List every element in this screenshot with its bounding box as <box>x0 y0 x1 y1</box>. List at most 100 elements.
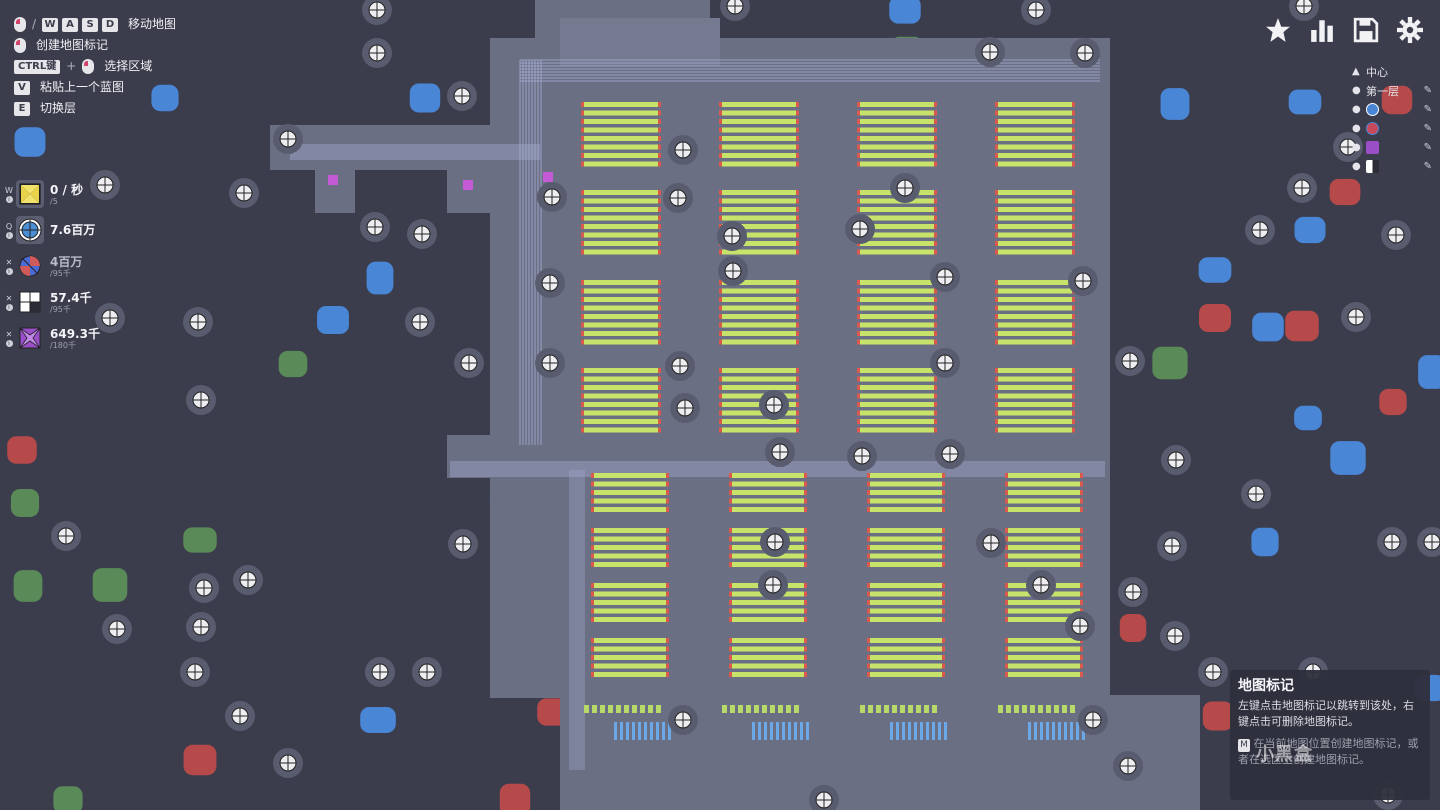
marker-layer1[interactable]: ● 第一层 ✎ <box>1352 81 1432 100</box>
shape-deposit-icon[interactable] <box>1241 479 1271 509</box>
shape-deposit-icon[interactable] <box>1341 302 1371 332</box>
shape-deposit-icon[interactable] <box>365 657 395 687</box>
edit-icon[interactable]: ✎ <box>1424 142 1432 153</box>
close-icon[interactable]: ✕ <box>6 258 13 268</box>
shape-deposit-icon[interactable] <box>760 527 790 557</box>
edit-icon[interactable]: ✎ <box>1424 85 1432 96</box>
shape-deposit-icon[interactable] <box>1118 577 1148 607</box>
shape-deposit-icon[interactable] <box>186 385 216 415</box>
marker-blue-circle[interactable]: ● ✎ <box>1352 100 1432 119</box>
machine <box>944 722 947 740</box>
shape-deposit-icon[interactable] <box>1160 621 1190 651</box>
shape-deposit-icon[interactable] <box>1157 531 1187 561</box>
shape-deposit-icon[interactable] <box>273 124 303 154</box>
info-icon[interactable]: i <box>5 339 13 347</box>
info-icon[interactable]: i <box>5 267 13 275</box>
machine <box>860 410 934 416</box>
shape-deposit-icon[interactable] <box>537 182 567 212</box>
shape-deposit-icon[interactable] <box>225 701 255 731</box>
shape-deposit-icon[interactable] <box>360 212 390 242</box>
shape-deposit-icon[interactable] <box>229 178 259 208</box>
machine-edge <box>591 663 594 669</box>
shape-deposit-icon[interactable] <box>1113 751 1143 781</box>
shape-deposit-icon[interactable] <box>407 219 437 249</box>
info-icon[interactable]: i <box>5 303 13 311</box>
shape-deposit-icon[interactable] <box>890 173 920 203</box>
resource-row-star[interactable]: ✕ i 649.3千/180千 <box>4 320 100 356</box>
shape-deposit-icon[interactable] <box>447 81 477 111</box>
stats-icon[interactable] <box>1308 16 1336 44</box>
shape-deposit-icon[interactable] <box>1021 0 1051 25</box>
shape-deposit-icon[interactable] <box>535 348 565 378</box>
shape-deposit-icon[interactable] <box>180 657 210 687</box>
shape-deposit-icon[interactable] <box>189 573 219 603</box>
pin-toggle[interactable]: W <box>5 186 13 196</box>
marker-red-spiral[interactable]: ● ✎ <box>1352 119 1432 138</box>
shape-deposit-icon[interactable] <box>758 570 788 600</box>
shape-deposit-icon[interactable] <box>847 441 877 471</box>
marker-center[interactable]: ▲ 中心 <box>1352 62 1432 81</box>
shape-deposit-icon[interactable] <box>1115 346 1145 376</box>
shape-deposit-icon[interactable] <box>930 262 960 292</box>
shape-deposit-icon[interactable] <box>976 528 1006 558</box>
close-icon[interactable]: ✕ <box>6 294 13 304</box>
shape-deposit-icon[interactable] <box>930 348 960 378</box>
shape-deposit-icon[interactable] <box>1070 38 1100 68</box>
shape-deposit-icon[interactable] <box>412 657 442 687</box>
shape-deposit-icon[interactable] <box>668 135 698 165</box>
settings-icon[interactable] <box>1396 16 1424 44</box>
shape-deposit-icon[interactable] <box>665 351 695 381</box>
star-icon[interactable] <box>1264 16 1292 44</box>
shape-deposit-icon[interactable] <box>273 748 303 778</box>
shape-deposit-icon[interactable] <box>362 38 392 68</box>
shape-deposit-icon[interactable] <box>935 439 965 469</box>
shape-deposit-icon[interactable] <box>1287 173 1317 203</box>
resource-row-quadrant[interactable]: ✕ i 57.4千/95千 <box>4 284 100 320</box>
pin-toggle[interactable]: Q <box>6 222 12 232</box>
shape-deposit-icon[interactable] <box>362 0 392 25</box>
shape-deposit-icon[interactable] <box>1417 527 1440 557</box>
shape-deposit-icon[interactable] <box>1026 570 1056 600</box>
shape-deposit-icon[interactable] <box>535 268 565 298</box>
shape-deposit-icon[interactable] <box>1078 705 1108 735</box>
shape-deposit-icon[interactable] <box>718 256 748 286</box>
shape-deposit-icon[interactable] <box>663 183 693 213</box>
game-map[interactable] <box>0 0 1440 810</box>
shape-deposit-icon[interactable] <box>233 565 263 595</box>
shape-deposit-icon[interactable] <box>1068 266 1098 296</box>
shape-deposit-icon[interactable] <box>720 0 750 21</box>
shape-deposit-icon[interactable] <box>183 307 213 337</box>
resource-row-spiral[interactable]: ✕ i 4百万/95千 <box>4 248 100 284</box>
edit-icon[interactable]: ✎ <box>1424 161 1432 172</box>
resource-row-circle[interactable]: Qi 7.6百万 <box>4 212 100 248</box>
shape-deposit-icon[interactable] <box>717 221 747 251</box>
marker-purple-star[interactable]: ● ✎ <box>1352 138 1432 157</box>
shape-deposit-icon[interactable] <box>845 214 875 244</box>
shape-deposit-icon[interactable] <box>51 521 81 551</box>
marker-quadrant[interactable]: ● ✎ <box>1352 157 1432 176</box>
edit-icon[interactable]: ✎ <box>1424 123 1432 134</box>
shape-deposit-icon[interactable] <box>1161 445 1191 475</box>
shape-deposit-icon[interactable] <box>1381 220 1411 250</box>
resource-row-goal[interactable]: Wi 0 / 秒/5 <box>4 176 100 212</box>
shape-deposit-icon[interactable] <box>1065 611 1095 641</box>
shape-deposit-icon[interactable] <box>1245 215 1275 245</box>
machine <box>592 705 597 713</box>
shape-deposit-icon[interactable] <box>448 529 478 559</box>
shape-deposit-icon[interactable] <box>1198 657 1228 687</box>
shape-deposit-icon[interactable] <box>454 348 484 378</box>
shape-deposit-icon[interactable] <box>668 705 698 735</box>
shape-deposit-icon[interactable] <box>670 393 700 423</box>
edit-icon[interactable]: ✎ <box>1424 104 1432 115</box>
info-icon[interactable]: i <box>5 195 13 203</box>
close-icon[interactable]: ✕ <box>6 330 13 340</box>
shape-deposit-icon[interactable] <box>759 390 789 420</box>
save-icon[interactable] <box>1352 16 1380 44</box>
shape-deposit-icon[interactable] <box>186 612 216 642</box>
shape-deposit-icon[interactable] <box>1377 527 1407 557</box>
shape-deposit-icon[interactable] <box>102 614 132 644</box>
shape-deposit-icon[interactable] <box>975 37 1005 67</box>
shape-deposit-icon[interactable] <box>765 437 795 467</box>
info-icon[interactable]: i <box>5 231 13 239</box>
shape-deposit-icon[interactable] <box>405 307 435 337</box>
